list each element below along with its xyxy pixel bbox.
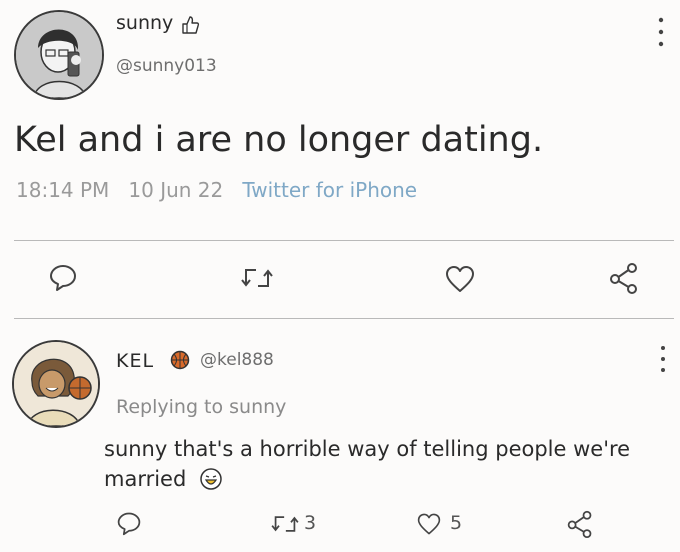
kel-avatar[interactable] [12,340,100,428]
reply-text-line2-wrap: married [104,464,630,499]
reply-icon[interactable] [48,262,78,292]
tweet-time: 18:14 PM [16,178,110,202]
author-name[interactable]: sunny [116,12,173,34]
divider [14,240,674,241]
more-vertical-icon[interactable] [658,344,668,378]
retweet-count: 3 [304,512,317,534]
like-count: 5 [450,512,463,534]
author-handle[interactable]: @sunny013 [116,56,217,76]
reply-author-handle[interactable]: @kel888 [200,350,274,370]
reply-text-line1: sunny that's a horrible way of telling p… [104,437,631,461]
tweet-meta: 18:14 PM 10 Jun 22 Twitter for iPhone [16,178,417,202]
tweet-source[interactable]: Twitter for iPhone [242,178,417,202]
thumbs-up-icon [178,14,200,40]
basketball-icon [170,350,190,374]
reply-text: sunny that's a horrible way of telling p… [104,434,630,499]
divider [14,318,674,319]
tweet-date: 10 Jun 22 [128,178,224,202]
reply-author-name[interactable]: KEL [116,350,154,372]
reply-icon[interactable] [116,510,142,536]
share-icon[interactable] [566,510,594,538]
replying-to[interactable]: Replying to sunny [116,396,286,418]
more-vertical-icon[interactable] [656,16,666,52]
heart-icon[interactable] [444,264,476,294]
share-icon[interactable] [608,262,640,294]
tweet-text: Kel and i are no longer dating. [14,120,544,160]
reply-text-line2: married [104,467,187,491]
sunny-avatar[interactable] [14,10,104,100]
laughing-emoji-icon [199,467,223,499]
retweet-icon[interactable] [270,512,300,536]
heart-icon[interactable] [416,512,442,536]
retweet-icon[interactable] [240,264,274,292]
